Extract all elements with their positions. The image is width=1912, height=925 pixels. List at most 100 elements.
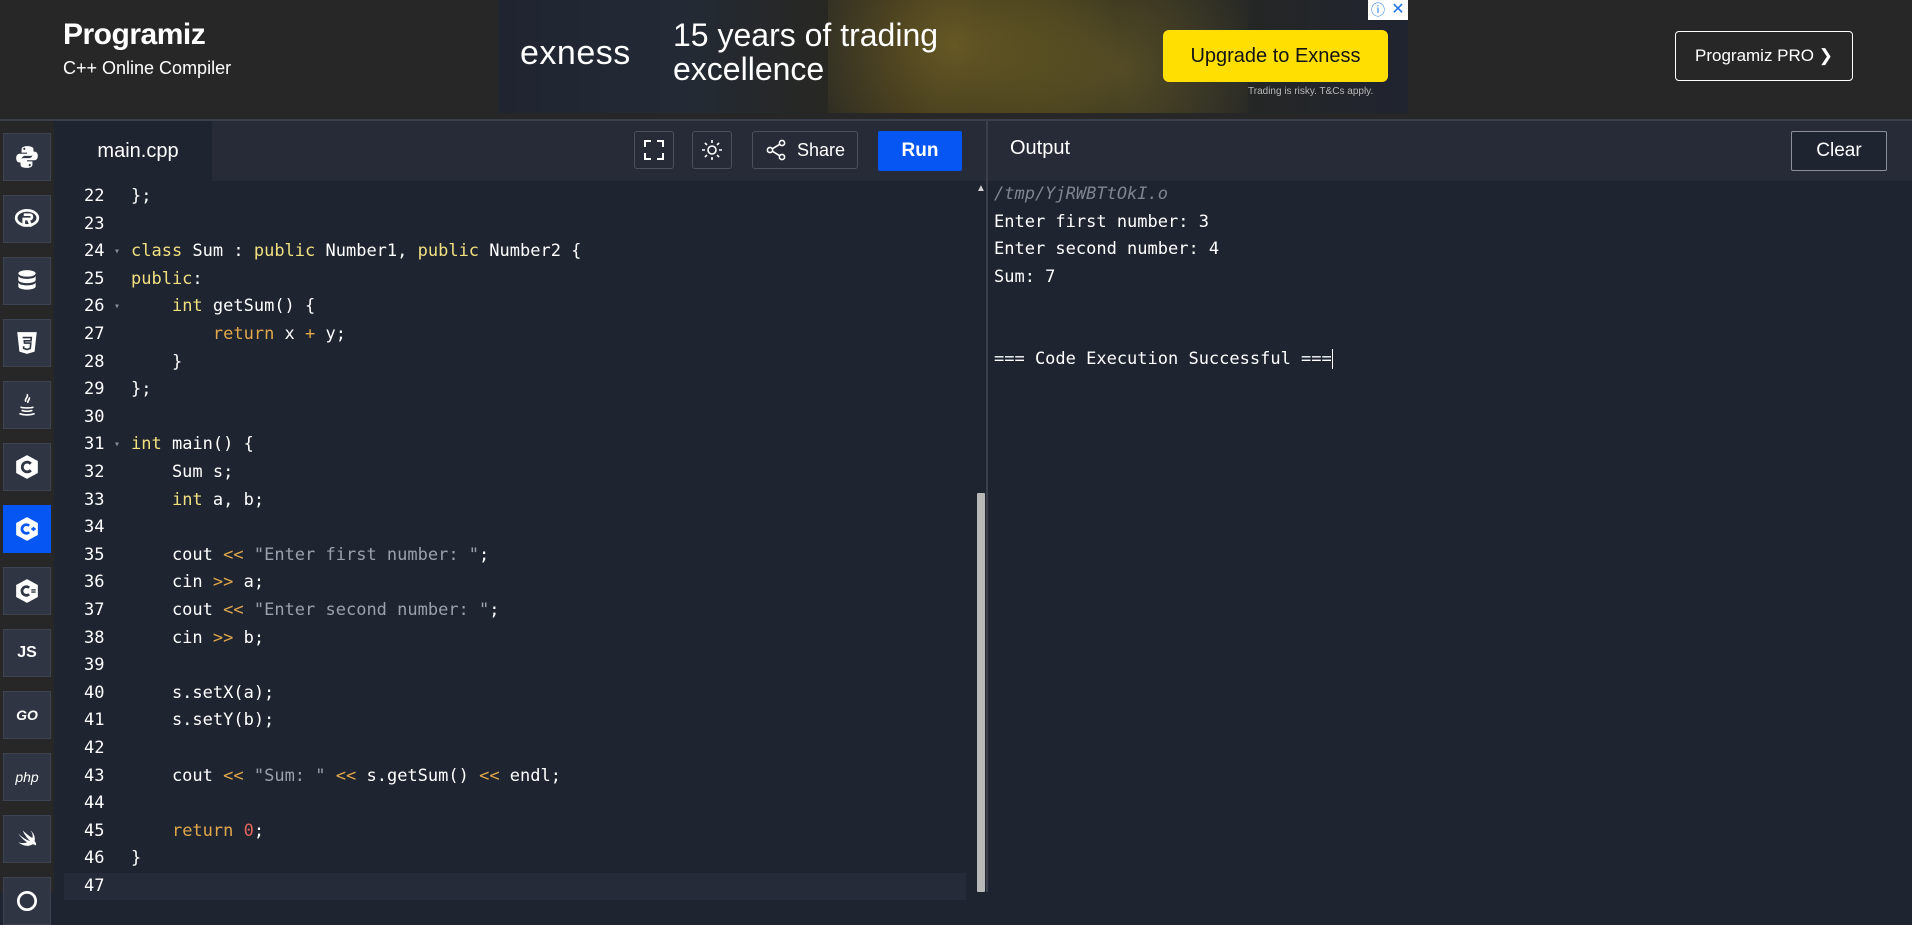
code-text: cin >> a; xyxy=(131,572,265,593)
code-line[interactable]: 28 } xyxy=(64,349,966,376)
header: Programiz C++ Online Compiler exness 15 … xyxy=(0,0,1912,120)
line-number: 26 xyxy=(84,296,105,317)
code-line[interactable]: 23 xyxy=(64,211,966,238)
output-line: Sum: 7 xyxy=(994,266,1056,287)
line-number: 25 xyxy=(84,268,105,289)
code-text: s.setX(a); xyxy=(131,682,275,703)
code-area[interactable]: 22}; 23 24 ▾ class Sum : public Number1, pub… xyxy=(64,181,986,900)
code-line[interactable]: 45 return 0; xyxy=(64,818,966,845)
html-icon[interactable] xyxy=(3,319,51,367)
code-line[interactable]: 46} xyxy=(64,845,966,872)
sql-icon[interactable] xyxy=(3,257,51,305)
line-number: 43 xyxy=(84,765,105,786)
brand[interactable]: Programiz C++ Online Compiler xyxy=(63,18,231,79)
fold-icon[interactable]: ▾ xyxy=(114,431,120,458)
code-line[interactable]: 36 cin >> a; xyxy=(64,569,966,596)
fullscreen-icon xyxy=(644,140,664,160)
code-text: Sum s; xyxy=(131,462,234,482)
code-text: int a, b; xyxy=(171,489,265,510)
java-icon[interactable] xyxy=(3,381,51,429)
fold-icon[interactable]: ▾ xyxy=(114,238,120,265)
output-line: Enter second number: 4 xyxy=(994,239,1220,259)
code-line[interactable]: 44 xyxy=(64,790,966,817)
code-line[interactable]: 33 int a, b; xyxy=(64,487,966,514)
programiz-pro-button[interactable]: Programiz PRO ❯ xyxy=(1675,31,1853,81)
output-console[interactable]: /tmp/YjRWBTtOkI.o Enter first number: 3 E… xyxy=(994,181,1333,374)
go-label: GO xyxy=(16,707,38,723)
code-line[interactable]: 22}; xyxy=(64,183,966,210)
line-number: 40 xyxy=(84,682,105,703)
code-text: cout << "Sum: " << s.getSum() << endl; xyxy=(131,765,561,786)
code-text: return x + y; xyxy=(212,324,346,344)
ad-close-icon[interactable]: ✕ xyxy=(1388,0,1408,20)
csharp-icon[interactable] xyxy=(3,567,51,615)
share-button[interactable]: Share xyxy=(752,131,858,169)
line-number: 28 xyxy=(84,351,105,372)
line-number: 29 xyxy=(84,379,105,400)
code-line[interactable]: 42 xyxy=(64,735,966,762)
code-line[interactable]: 43 cout << "Sum: " << s.getSum() << endl… xyxy=(64,763,966,790)
line-number: 44 xyxy=(84,793,105,814)
line-number: 42 xyxy=(84,738,105,758)
programiz-logo[interactable]: Programiz xyxy=(63,18,231,52)
output-line: === Code Execution Successful === xyxy=(994,349,1333,369)
js-icon[interactable]: JS xyxy=(3,629,51,677)
cpp-icon[interactable] xyxy=(3,505,51,553)
code-text: } xyxy=(131,848,142,869)
code-line[interactable]: 31 ▾ int main() { xyxy=(64,431,966,458)
code-text: s.setY(b); xyxy=(131,710,275,731)
code-text: }; xyxy=(131,186,152,206)
editor-scrollbar-thumb[interactable] xyxy=(977,493,985,892)
code-line[interactable]: 41 s.setY(b); xyxy=(64,707,966,734)
code-line[interactable]: 38 cin >> b; xyxy=(64,625,966,652)
js-label: JS xyxy=(17,644,37,661)
output-line: Enter first number: 3 xyxy=(994,211,1209,232)
line-number: 41 xyxy=(84,710,105,731)
code-line[interactable]: 29}; xyxy=(64,376,966,403)
language-sidebar: JS GO php xyxy=(0,121,54,925)
code-line[interactable]: 30 xyxy=(64,404,966,431)
sun-icon xyxy=(702,140,722,160)
code-line[interactable]: 26 ▾ int getSum() { xyxy=(64,293,966,320)
go-icon[interactable]: GO xyxy=(3,691,51,739)
line-number: 35 xyxy=(84,544,105,565)
tab-main-cpp[interactable]: main.cpp xyxy=(64,121,212,181)
ad-info-icon[interactable]: ⓘ xyxy=(1368,0,1388,20)
fullscreen-button[interactable] xyxy=(634,131,674,169)
code-line[interactable]: 40 s.setX(a); xyxy=(64,680,966,707)
code-line[interactable]: 37 cout << "Enter second number: "; xyxy=(64,597,966,624)
rust-icon[interactable] xyxy=(3,877,51,925)
run-button[interactable]: Run xyxy=(878,131,962,171)
clear-button[interactable]: Clear xyxy=(1791,131,1887,171)
output-title: Output xyxy=(1010,137,1071,159)
php-icon[interactable]: php xyxy=(3,753,51,801)
ad-headline: 15 years of trading excellence xyxy=(673,17,939,87)
line-number: 30 xyxy=(84,406,105,427)
php-label: php xyxy=(15,769,39,785)
theme-toggle-button[interactable] xyxy=(692,131,732,169)
fold-icon[interactable]: ▾ xyxy=(114,293,120,320)
ad-banner[interactable]: exness 15 years of trading excellence Up… xyxy=(498,0,1408,113)
share-label: Share xyxy=(796,139,846,160)
code-text: cin >> b; xyxy=(131,627,265,648)
code-line[interactable]: 32 Sum s; xyxy=(64,459,966,486)
scroll-up-icon[interactable]: ▲ xyxy=(976,183,986,194)
c-icon[interactable] xyxy=(3,443,51,491)
editor-toolbar: main.cpp Share Run xyxy=(64,121,986,181)
code-text: } xyxy=(131,351,183,372)
code-line[interactable]: 47 xyxy=(64,873,966,900)
swift-icon[interactable] xyxy=(3,815,51,863)
ad-cta-button[interactable]: Upgrade to Exness xyxy=(1163,30,1388,82)
code-editor-panel: main.cpp Share Run 22}; 23 24 ▾ class Sum : … xyxy=(64,121,986,900)
r-icon[interactable] xyxy=(3,195,51,243)
code-line[interactable]: 25 public: xyxy=(64,266,966,293)
code-line[interactable]: 35 cout << "Enter first number: "; xyxy=(64,542,966,569)
code-line[interactable]: 39 xyxy=(64,652,966,679)
code-line[interactable]: 24 ▾ class Sum : public Number1, public Nu… xyxy=(64,238,966,265)
code-line[interactable]: 27 return x + y; xyxy=(64,321,966,348)
code-line[interactable]: 34 xyxy=(64,514,966,541)
python-icon[interactable] xyxy=(3,133,51,181)
code-text: int getSum() { xyxy=(171,296,316,317)
output-panel: Output Clear /tmp/YjRWBTtOkI.o Enter fir… xyxy=(988,121,1912,892)
ad-fine-print: Trading is risky. T&Cs apply. xyxy=(1248,86,1374,97)
